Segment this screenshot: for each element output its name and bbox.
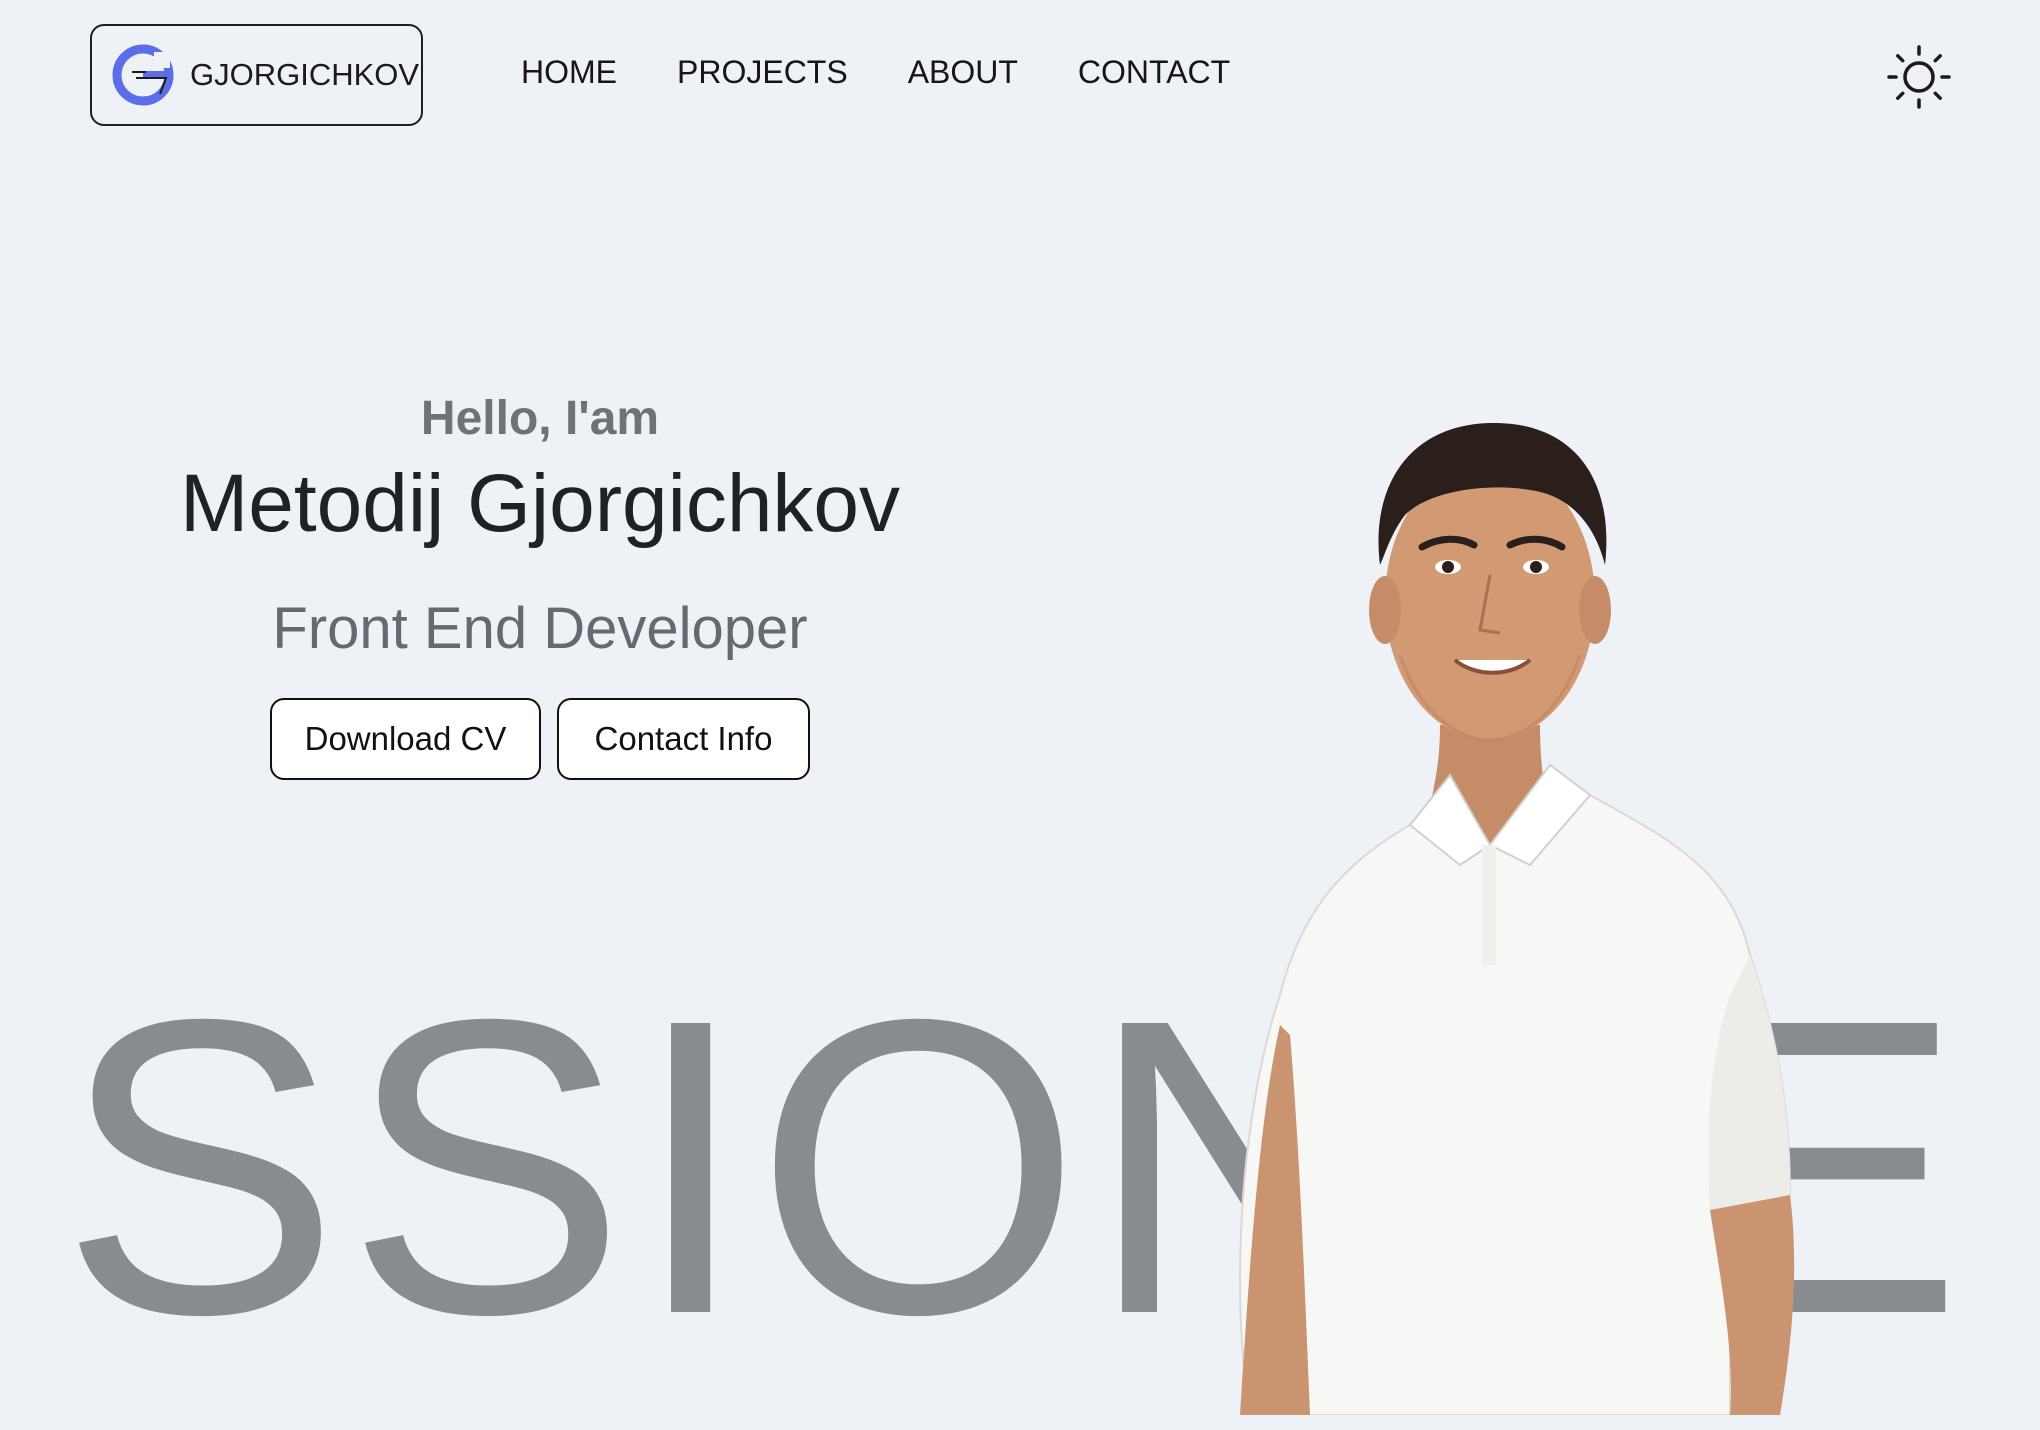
download-cv-button[interactable]: Download CV <box>270 697 541 780</box>
nav-about[interactable]: ABOUT <box>908 54 1018 91</box>
main-nav: HOME PROJECTS ABOUT CONTACT <box>521 54 1230 91</box>
logo-g-icon <box>112 44 174 106</box>
logo-text: GJORGICHKOV <box>190 57 420 92</box>
hero-section: Hello, I'am Metodij Gjorgichkov Front En… <box>140 395 940 780</box>
hero-actions: Download CV Contact Info <box>140 697 940 780</box>
hero-name: Metodij Gjorgichkov <box>179 458 901 549</box>
nav-home[interactable]: HOME <box>521 54 617 91</box>
hero-role: Front End Developer <box>272 595 808 661</box>
nav-projects[interactable]: PROJECTS <box>677 54 848 91</box>
logo-link[interactable]: GJORGICHKOV <box>90 24 423 126</box>
hero-greeting: Hello, I'am <box>420 392 660 445</box>
nav-contact[interactable]: CONTACT <box>1078 54 1230 91</box>
sun-icon[interactable] <box>1886 44 1952 110</box>
profile-photo <box>1239 422 1795 1415</box>
site-header: GJORGICHKOV HOME PROJECTS ABOUT CONTACT <box>0 0 2040 150</box>
contact-info-button[interactable]: Contact Info <box>557 697 810 780</box>
